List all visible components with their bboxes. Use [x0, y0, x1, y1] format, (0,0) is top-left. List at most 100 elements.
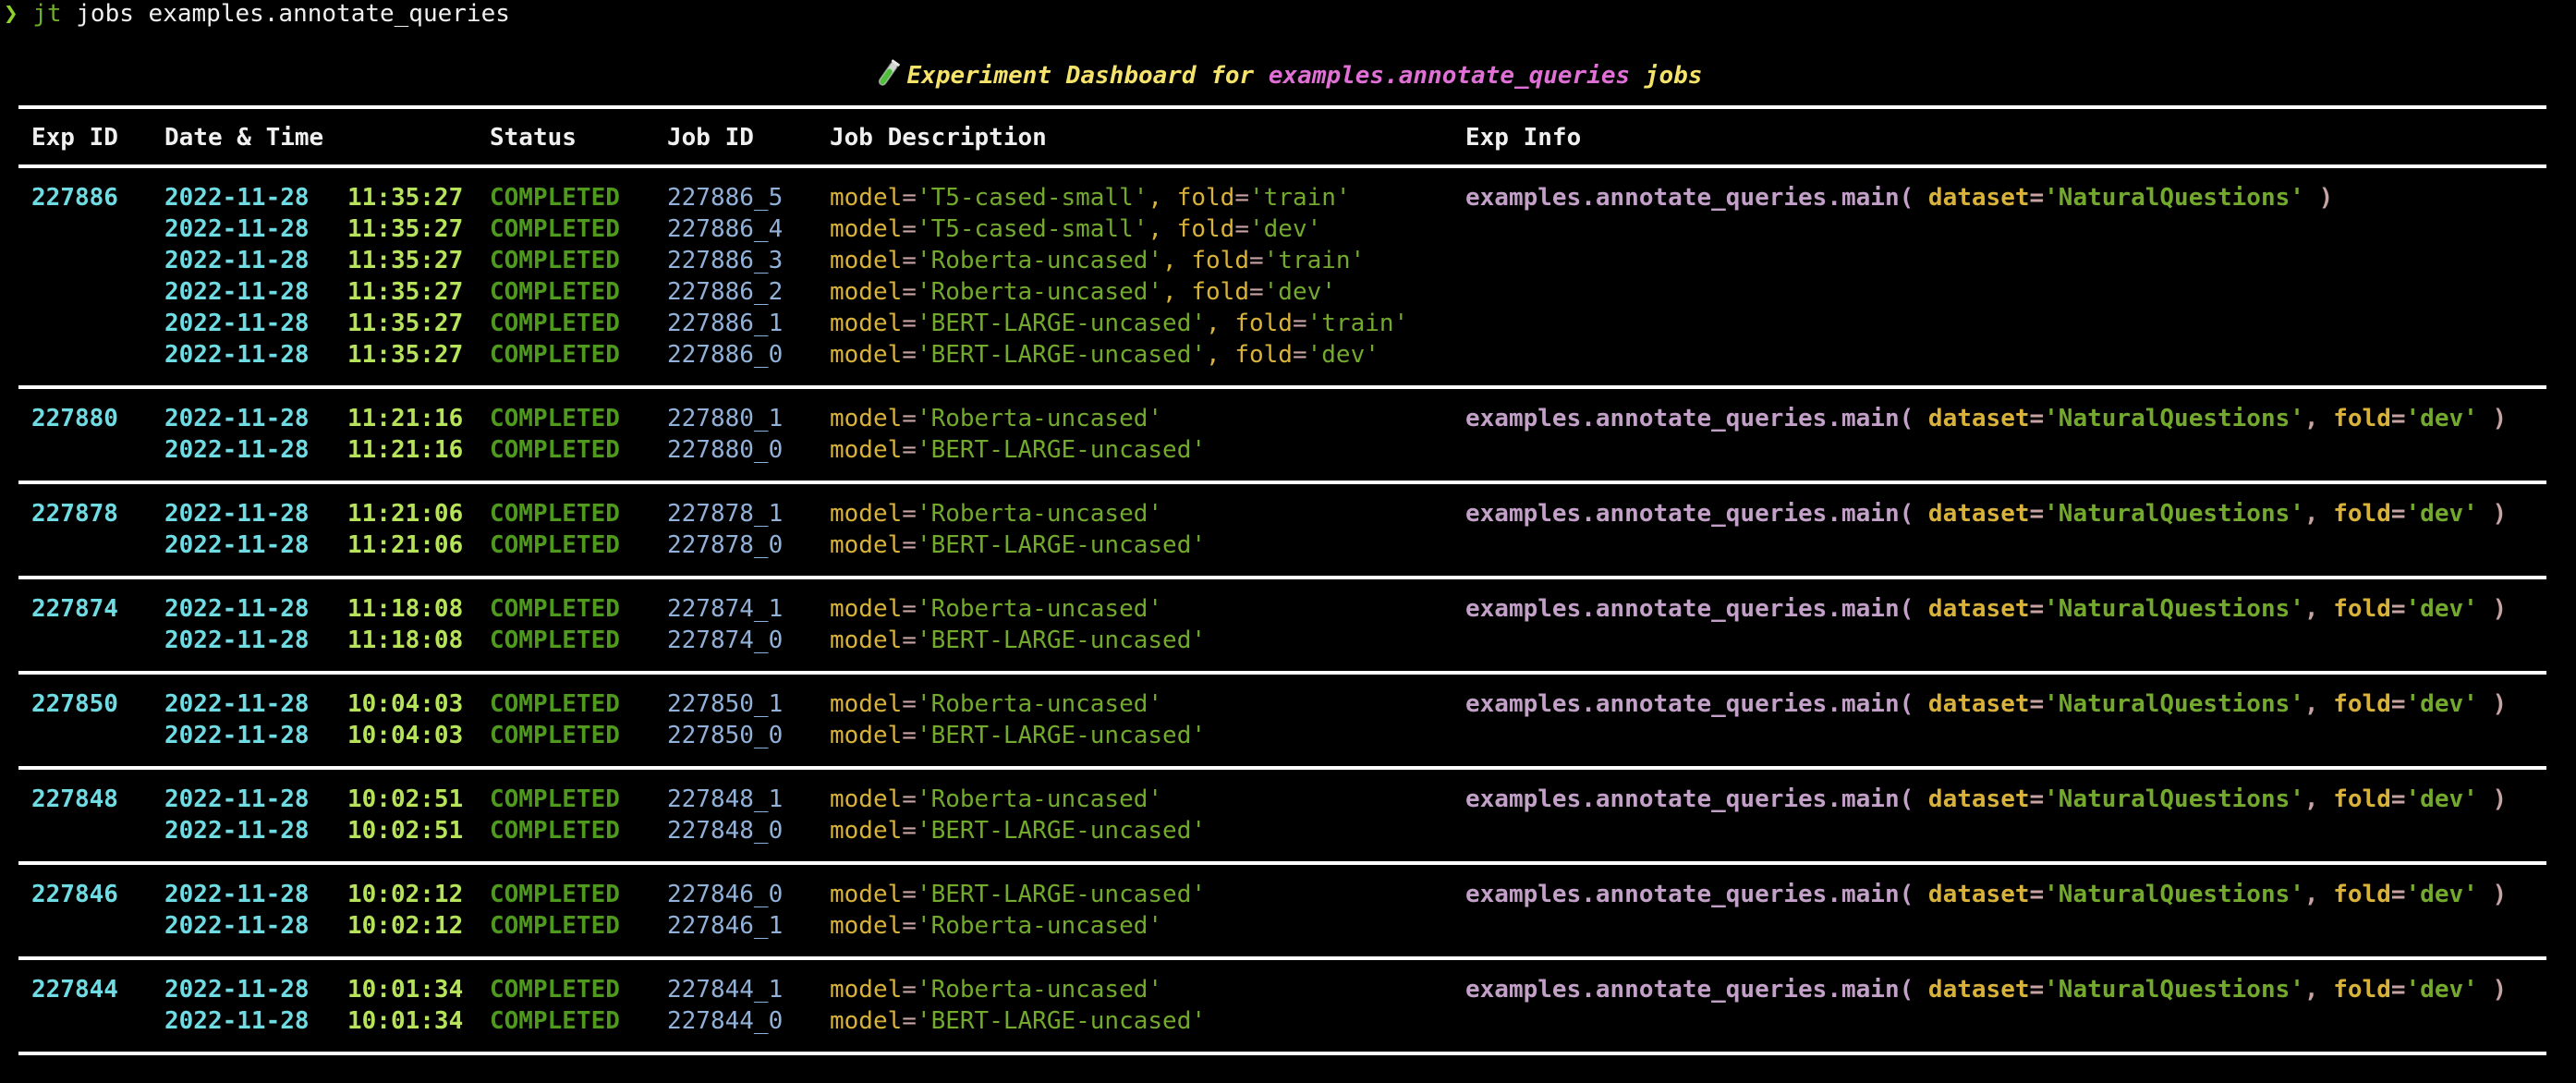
job-id: 227874_1: [667, 595, 784, 623]
job-id: 227880_0: [667, 436, 784, 464]
equals-sign: =: [1292, 310, 1307, 337]
param-key: fold: [1176, 184, 1235, 212]
job-status: COMPLETED: [490, 184, 620, 212]
job-description: model='T5-cased-small', fold='dev': [830, 213, 1321, 245]
param-key: model: [830, 310, 903, 337]
job-description: model='T5-cased-small', fold='train': [830, 182, 1351, 213]
param-value: 'BERT-LARGE-uncased': [916, 1007, 1207, 1035]
job-date: 2022-11-28: [164, 722, 310, 749]
param-key: model: [830, 595, 903, 623]
job-description: model='Roberta-uncased': [830, 498, 1162, 529]
param-value: 'BERT-LARGE-uncased': [916, 627, 1207, 654]
job-row: 2022-11-28 11:35:27 COMPLETED 227886_2 model…: [18, 276, 2546, 308]
job-description: model='BERT-LARGE-uncased', fold='dev': [830, 339, 1379, 371]
job-row: 2022-11-28 11:35:27 COMPLETED 227886_0 model…: [18, 339, 2546, 371]
equals-sign: =: [902, 785, 917, 813]
job-date: 2022-11-28: [164, 627, 310, 654]
job-row: 2022-11-28 11:21:16 COMPLETED 227880_1 model…: [18, 403, 2546, 434]
job-id: 227886_3: [667, 247, 784, 274]
job-row: 2022-11-28 10:01:34 COMPLETED 227844_1 model…: [18, 974, 2546, 1005]
equals-sign: =: [902, 531, 917, 559]
job-id: 227844_0: [667, 1007, 784, 1035]
experiment-group: 227850 examples.annotate_queries.main( da…: [18, 675, 2546, 766]
job-status: COMPLETED: [490, 881, 620, 908]
job-row: 2022-11-28 11:35:27 COMPLETED 227886_1 model…: [18, 308, 2546, 339]
experiment-group: 227878 examples.annotate_queries.main( da…: [18, 484, 2546, 576]
param-key: model: [830, 215, 903, 243]
job-time: 11:35:27: [347, 184, 464, 212]
param-key: fold: [1191, 247, 1249, 274]
job-status: COMPLETED: [490, 722, 620, 749]
job-description: model='BERT-LARGE-uncased': [830, 720, 1206, 751]
param-value: 'train': [1248, 184, 1351, 212]
job-time: 10:01:34: [347, 1007, 464, 1035]
jobs-table: Exp ID Date & Time Status Job ID Job Des…: [18, 105, 2546, 1055]
job-id: 227886_0: [667, 341, 784, 369]
job-row: 2022-11-28 10:04:03 COMPLETED 227850_0 model…: [18, 720, 2546, 751]
job-status: COMPLETED: [490, 405, 620, 432]
separator: ,: [1206, 310, 1235, 337]
separator: ,: [1162, 278, 1192, 306]
job-time: 11:21:06: [347, 531, 464, 559]
table-body: 227886 examples.annotate_queries.main( da…: [18, 168, 2546, 1055]
job-description: model='Roberta-uncased', fold='dev': [830, 276, 1336, 308]
job-row: 2022-11-28 10:02:12 COMPLETED 227846_0 model…: [18, 879, 2546, 910]
param-key: model: [830, 881, 903, 908]
job-time: 11:35:27: [347, 247, 464, 274]
job-row: 2022-11-28 11:35:27 COMPLETED 227886_4 model…: [18, 213, 2546, 245]
job-time: 10:04:03: [347, 690, 464, 718]
job-description: model='Roberta-uncased': [830, 688, 1162, 720]
header-status: Status: [490, 124, 577, 152]
job-status: COMPLETED: [490, 595, 620, 623]
job-status: COMPLETED: [490, 247, 620, 274]
param-value: 'Roberta-uncased': [916, 912, 1163, 940]
param-value: 'Roberta-uncased': [916, 500, 1163, 528]
equals-sign: =: [1234, 215, 1249, 243]
job-status: COMPLETED: [490, 341, 620, 369]
job-date: 2022-11-28: [164, 912, 310, 940]
param-key: model: [830, 817, 903, 845]
equals-sign: =: [902, 247, 917, 274]
job-description: model='BERT-LARGE-uncased': [830, 625, 1206, 656]
param-key: model: [830, 184, 903, 212]
job-time: 10:02:51: [347, 817, 464, 845]
job-date: 2022-11-28: [164, 881, 310, 908]
separator: ,: [1148, 215, 1177, 243]
job-row: 2022-11-28 11:18:08 COMPLETED 227874_0 model…: [18, 625, 2546, 656]
job-id: 227878_0: [667, 531, 784, 559]
job-description: model='BERT-LARGE-uncased': [830, 529, 1206, 561]
job-row: 2022-11-28 11:21:06 COMPLETED 227878_0 model…: [18, 529, 2546, 561]
separator: ,: [1162, 247, 1192, 274]
prompt-arguments: jobs examples.annotate_queries: [76, 0, 510, 28]
equals-sign: =: [902, 310, 917, 337]
job-status: COMPLETED: [490, 690, 620, 718]
job-description: model='Roberta-uncased': [830, 910, 1162, 942]
title-prefix: Experiment Dashboard for: [906, 62, 1255, 90]
job-time: 11:35:27: [347, 278, 464, 306]
param-key: model: [830, 436, 903, 464]
test-tube-icon: [878, 59, 900, 86]
equals-sign: =: [1292, 341, 1307, 369]
param-key: model: [830, 500, 903, 528]
job-date: 2022-11-28: [164, 595, 310, 623]
param-key: fold: [1234, 310, 1293, 337]
job-date: 2022-11-28: [164, 215, 310, 243]
equals-sign: =: [902, 881, 917, 908]
job-status: COMPLETED: [490, 1007, 620, 1035]
job-id: 227886_1: [667, 310, 784, 337]
job-time: 10:02:51: [347, 785, 464, 813]
equals-sign: =: [902, 341, 917, 369]
title-module: examples.annotate_queries: [1268, 62, 1631, 90]
job-row: 2022-11-28 10:02:12 COMPLETED 227846_1 model…: [18, 910, 2546, 942]
dashboard-title: Experiment Dashboard for examples.annota…: [0, 59, 2576, 92]
param-key: fold: [1234, 341, 1293, 369]
param-key: model: [830, 405, 903, 432]
job-date: 2022-11-28: [164, 817, 310, 845]
param-value: 'BERT-LARGE-uncased': [916, 310, 1207, 337]
job-time: 11:18:08: [347, 627, 464, 654]
header-exp-id: Exp ID: [31, 124, 118, 152]
equals-sign: =: [902, 184, 917, 212]
experiment-group: 227846 examples.annotate_queries.main( da…: [18, 865, 2546, 956]
param-value: 'T5-cased-small': [916, 184, 1148, 212]
job-time: 11:21:16: [347, 436, 464, 464]
